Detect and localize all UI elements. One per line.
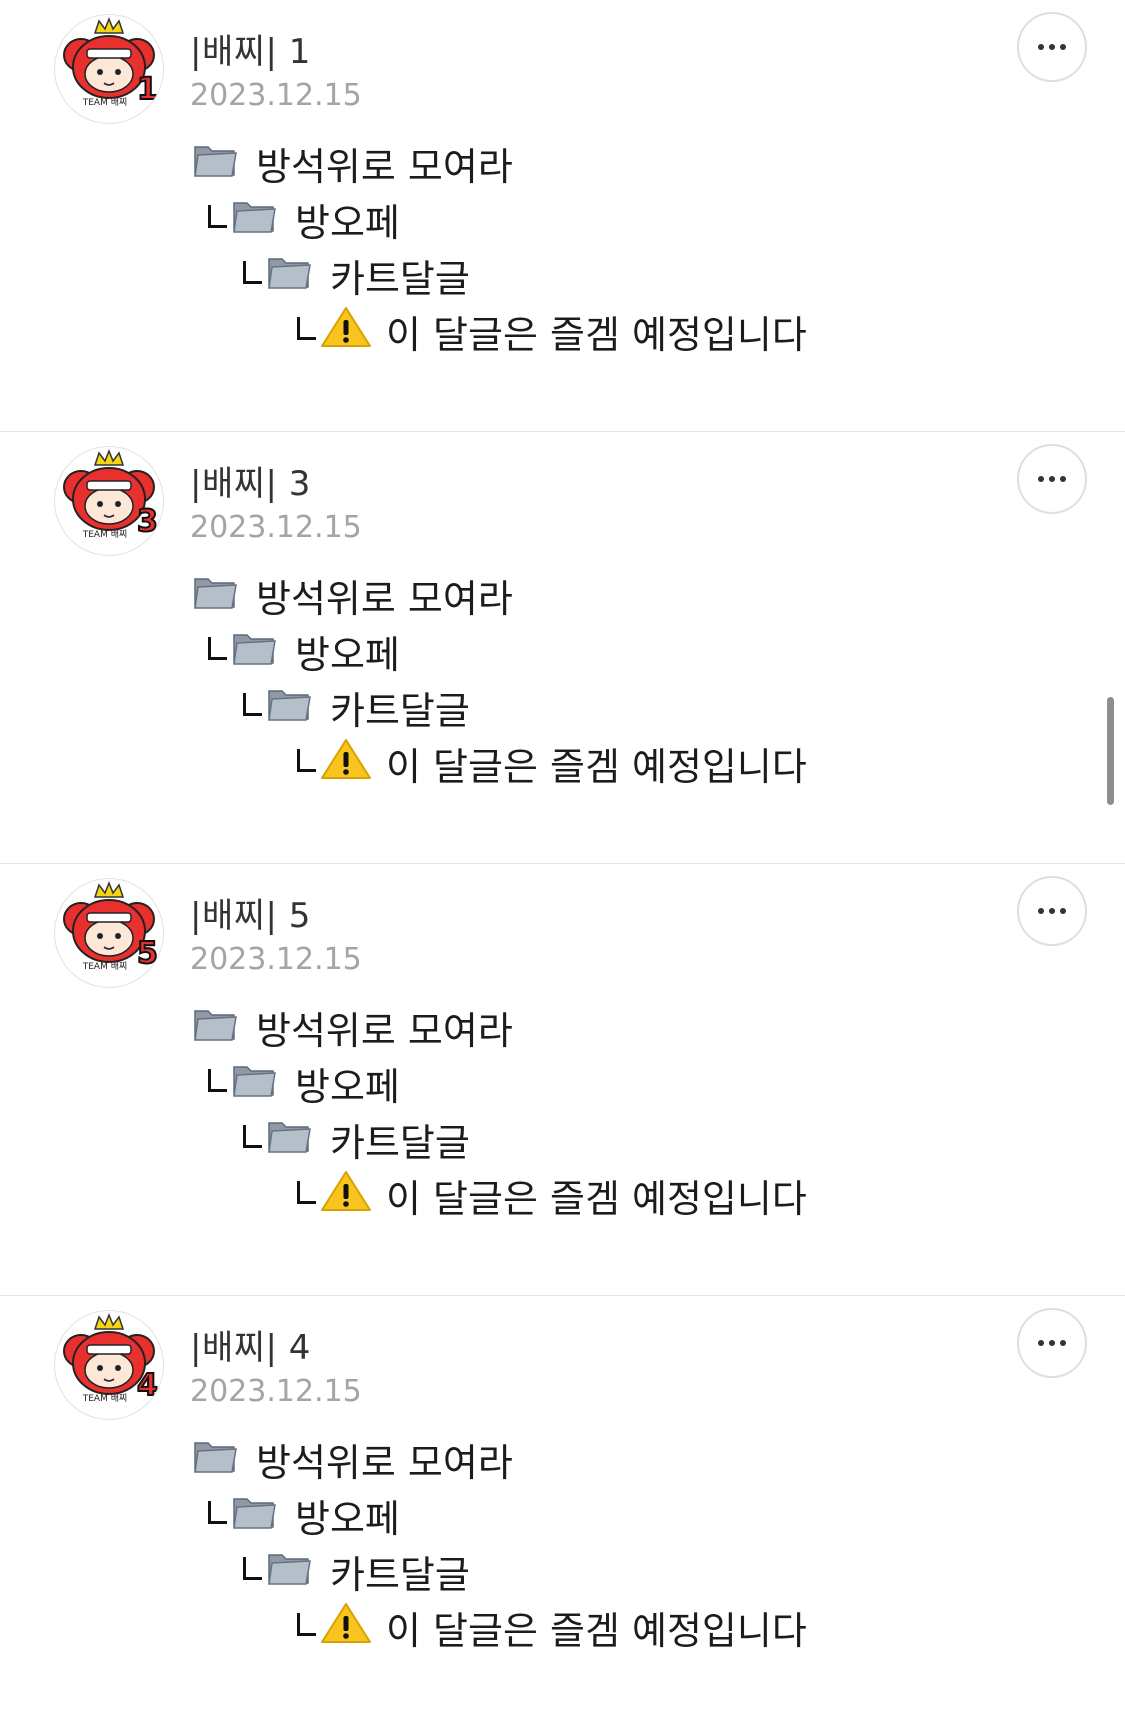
tree-branch-icon [292,1177,318,1215]
warning-icon [320,305,372,358]
avatar-image: TEAM 배찌 1 [63,16,159,108]
tree-branch-icon [238,257,264,295]
folder-icon [231,195,277,244]
comment-line-text: 이 달글은 즐겜 예정입니다 [386,1609,807,1653]
comment-line-3: 카트달글 [238,248,470,303]
avatar[interactable]: TEAM 배찌 1 [54,14,164,124]
more-options-button[interactable] [1017,876,1087,946]
comment-item: TEAM 배찌 1 |배찌| 1 2023.12.15 방석위로 모여라 방오페 [0,0,1125,432]
more-options-button[interactable] [1017,444,1087,514]
comment-line-3: 카트달글 [238,1112,470,1167]
comment-line-4: 이 달글은 즐겜 예정입니다 [292,304,807,359]
tree-branch-icon [238,1553,264,1591]
comment-line-text: 카트달글 [330,1121,470,1165]
author-name[interactable]: |배찌| 4 [190,1320,311,1369]
tree-branch-icon [292,745,318,783]
more-options-button[interactable] [1017,12,1087,82]
comment-date: 2023.12.15 [190,510,362,545]
avatar-number: 5 [137,936,158,971]
comment-line-3: 카트달글 [238,1544,470,1599]
comment-line-text: 카트달글 [330,689,470,733]
comment-line-2: 방오페 [203,192,400,247]
comment-line-2: 방오페 [203,1488,400,1543]
folder-icon [192,571,238,620]
comment-line-text: 방석위로 모여라 [256,145,513,189]
folder-icon [192,1435,238,1484]
warning-icon [320,737,372,790]
tree-branch-icon [203,1065,229,1103]
warning-icon [320,1169,372,1222]
comment-line-text: 이 달글은 즐겜 예정입니다 [386,745,807,789]
comment-item: TEAM 배찌 4 |배찌| 4 2023.12.15 방석위로 모여라 방오페 [0,1296,1125,1728]
avatar[interactable]: TEAM 배찌 5 [54,878,164,988]
tree-branch-icon [203,201,229,239]
tree-branch-icon [238,689,264,727]
avatar-image: TEAM 배찌 4 [63,1312,159,1404]
more-options-button[interactable] [1017,1308,1087,1378]
comment-date: 2023.12.15 [190,942,362,977]
author-name[interactable]: |배찌| 5 [190,888,311,937]
avatar-badge-text: TEAM 배찌 [82,1393,128,1404]
comment-line-text: 방오페 [295,1497,400,1541]
avatar[interactable]: TEAM 배찌 3 [54,446,164,556]
folder-icon [266,1547,312,1596]
comment-line-2: 방오페 [203,1056,400,1111]
comment-line-4: 이 달글은 즐겜 예정입니다 [292,1600,807,1655]
tree-branch-icon [292,313,318,351]
comment-line-3: 카트달글 [238,680,470,735]
folder-icon [266,683,312,732]
comment-line-text: 방오페 [295,201,400,245]
folder-icon [231,1059,277,1108]
avatar[interactable]: TEAM 배찌 4 [54,1310,164,1420]
folder-icon [266,1115,312,1164]
comment-line-1: 방석위로 모여라 [192,1432,513,1487]
avatar-number: 4 [137,1368,158,1403]
comment-item: TEAM 배찌 3 |배찌| 3 2023.12.15 방석위로 모여라 방오페 [0,432,1125,864]
folder-icon [192,1003,238,1052]
folder-icon [231,1491,277,1540]
avatar-image: TEAM 배찌 5 [63,880,159,972]
comment-line-text: 카트달글 [330,1553,470,1597]
comment-line-1: 방석위로 모여라 [192,1000,513,1055]
comment-line-text: 방오페 [295,1065,400,1109]
more-icon [1038,908,1066,914]
avatar-image: TEAM 배찌 3 [63,448,159,540]
comment-list: TEAM 배찌 1 |배찌| 1 2023.12.15 방석위로 모여라 방오페 [0,0,1125,1728]
comment-line-4: 이 달글은 즐겜 예정입니다 [292,736,807,791]
comment-line-4: 이 달글은 즐겜 예정입니다 [292,1168,807,1223]
comment-item: TEAM 배찌 5 |배찌| 5 2023.12.15 방석위로 모여라 방오페 [0,864,1125,1296]
more-icon [1038,476,1066,482]
comment-date: 2023.12.15 [190,1374,362,1409]
comment-line-text: 방오페 [295,633,400,677]
author-name[interactable]: |배찌| 1 [190,24,311,73]
avatar-badge-text: TEAM 배찌 [82,529,128,540]
comment-line-text: 방석위로 모여라 [256,577,513,621]
avatar-number: 3 [137,504,158,539]
comment-line-text: 방석위로 모여라 [256,1441,513,1485]
comment-line-text: 카트달글 [330,257,470,301]
tree-branch-icon [203,633,229,671]
folder-icon [231,627,277,676]
more-icon [1038,1340,1066,1346]
tree-branch-icon [292,1609,318,1647]
scrollbar[interactable] [1107,697,1114,805]
warning-icon [320,1601,372,1654]
comment-line-2: 방오페 [203,624,400,679]
author-name[interactable]: |배찌| 3 [190,456,311,505]
avatar-badge-text: TEAM 배찌 [82,961,128,972]
more-icon [1038,44,1066,50]
comment-line-text: 이 달글은 즐겜 예정입니다 [386,313,807,357]
comment-line-text: 이 달글은 즐겜 예정입니다 [386,1177,807,1221]
comment-line-1: 방석위로 모여라 [192,568,513,623]
avatar-number: 1 [137,72,158,107]
comment-date: 2023.12.15 [190,78,362,113]
tree-branch-icon [238,1121,264,1159]
folder-icon [266,251,312,300]
avatar-badge-text: TEAM 배찌 [82,97,128,108]
comment-line-1: 방석위로 모여라 [192,136,513,191]
comment-line-text: 방석위로 모여라 [256,1009,513,1053]
tree-branch-icon [203,1497,229,1535]
folder-icon [192,139,238,188]
